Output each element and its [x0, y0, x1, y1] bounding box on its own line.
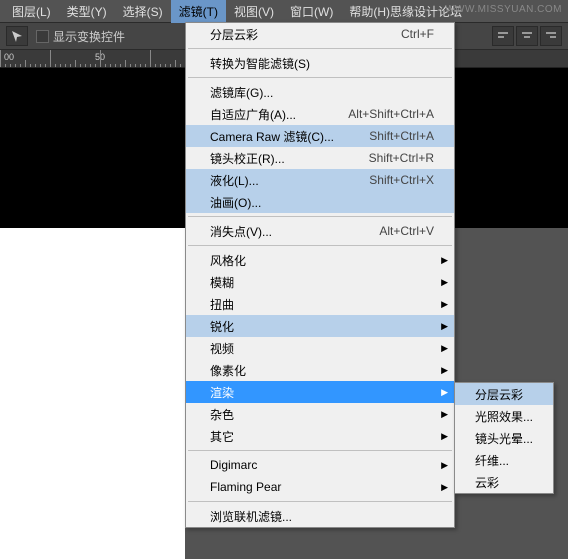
menu-shortcut: Shift+Ctrl+X: [369, 173, 434, 187]
menu-item-label: 消失点(V)...: [210, 223, 272, 240]
align-button-3[interactable]: [540, 26, 562, 46]
menu-item[interactable]: 像素化 ▶: [186, 359, 454, 381]
submenu-arrow-icon: ▶: [441, 460, 448, 471]
align-button-1[interactable]: [492, 26, 514, 46]
submenu-item[interactable]: 光照效果...: [455, 405, 553, 427]
menu-separator: [188, 216, 452, 217]
submenu-arrow-icon: ▶: [441, 431, 448, 442]
submenu-item[interactable]: 云彩: [455, 471, 553, 493]
menu-separator: [188, 450, 452, 451]
submenu-arrow-icon: ▶: [441, 277, 448, 288]
menu-item[interactable]: 转换为智能滤镜(S): [186, 52, 454, 74]
submenu-item-label: 镜头光晕...: [475, 430, 533, 447]
menu-item[interactable]: 锐化 ▶: [186, 315, 454, 337]
menu-item-label: 像素化: [210, 362, 246, 379]
menu-item-label: 杂色: [210, 406, 234, 423]
menu-item-label: Camera Raw 滤镜(C)...: [210, 128, 334, 145]
submenu-item-label: 纤维...: [475, 452, 509, 469]
menu-item-label: 锐化: [210, 318, 234, 335]
submenu-item-label: 分层云彩: [475, 386, 523, 403]
menu-item[interactable]: Flaming Pear ▶: [186, 476, 454, 498]
menu-item-label: 镜头校正(R)...: [210, 150, 285, 167]
submenu-item-label: 光照效果...: [475, 408, 533, 425]
filter-menu: 分层云彩 Ctrl+F 转换为智能滤镜(S) 滤镜库(G)... 自适应广角(A)...…: [185, 22, 455, 528]
submenu-arrow-icon: ▶: [441, 482, 448, 493]
menu-item[interactable]: 视频 ▶: [186, 337, 454, 359]
menu-layer[interactable]: 图层(L): [4, 0, 59, 23]
menu-shortcut: Alt+Ctrl+V: [379, 224, 434, 238]
document-canvas[interactable]: [0, 228, 185, 559]
ruler-number: 00: [4, 52, 14, 62]
menu-separator: [188, 245, 452, 246]
menu-shortcut: Shift+Ctrl+R: [369, 151, 434, 165]
menu-item[interactable]: 模糊 ▶: [186, 271, 454, 293]
menu-item[interactable]: 分层云彩 Ctrl+F: [186, 23, 454, 45]
show-transform-controls[interactable]: 显示变换控件: [36, 28, 125, 45]
menu-item[interactable]: 扭曲 ▶: [186, 293, 454, 315]
menu-item[interactable]: 自适应广角(A)... Alt+Shift+Ctrl+A: [186, 103, 454, 125]
menubar: 图层(L) 类型(Y) 选择(S) 滤镜(T) 视图(V) 窗口(W) 帮助(H…: [0, 0, 568, 22]
menu-filter[interactable]: 滤镜(T): [171, 0, 226, 23]
submenu-arrow-icon: ▶: [441, 343, 448, 354]
render-submenu: 分层云彩光照效果... 镜头光晕... 纤维... 云彩: [454, 382, 554, 494]
menu-item-label: 模糊: [210, 274, 234, 291]
menu-item[interactable]: 渲染 ▶: [186, 381, 454, 403]
menu-shortcut: Alt+Shift+Ctrl+A: [348, 107, 434, 121]
menu-item-label: 分层云彩: [210, 26, 258, 43]
menu-separator: [188, 501, 452, 502]
menu-window[interactable]: 窗口(W): [282, 0, 341, 23]
menu-item-label: 滤镜库(G)...: [210, 84, 273, 101]
submenu-item[interactable]: 分层云彩: [455, 383, 553, 405]
menu-item-label: 风格化: [210, 252, 246, 269]
watermark-text: WWW.MISSYUAN.COM: [445, 4, 562, 15]
menu-item-label: 渲染: [210, 384, 234, 401]
submenu-arrow-icon: ▶: [441, 365, 448, 376]
submenu-item-label: 云彩: [475, 474, 499, 491]
menu-item[interactable]: 液化(L)... Shift+Ctrl+X: [186, 169, 454, 191]
submenu-arrow-icon: ▶: [441, 387, 448, 398]
submenu-item[interactable]: 镜头光晕...: [455, 427, 553, 449]
menu-item-label: 液化(L)...: [210, 172, 259, 189]
menu-item-label: 视频: [210, 340, 234, 357]
menu-item-label: Flaming Pear: [210, 480, 281, 494]
menu-item[interactable]: 浏览联机滤镜...: [186, 505, 454, 527]
menu-item-label: 其它: [210, 428, 234, 445]
menu-item[interactable]: 滤镜库(G)...: [186, 81, 454, 103]
menu-separator: [188, 77, 452, 78]
menu-item[interactable]: 其它 ▶: [186, 425, 454, 447]
align-button-2[interactable]: [516, 26, 538, 46]
submenu-item[interactable]: 纤维...: [455, 449, 553, 471]
checkbox-label: 显示变换控件: [53, 28, 125, 45]
menu-item[interactable]: 消失点(V)... Alt+Ctrl+V: [186, 220, 454, 242]
menu-item-label: 转换为智能滤镜(S): [210, 55, 310, 72]
menu-shortcut: Shift+Ctrl+A: [369, 129, 434, 143]
menu-item-label: 浏览联机滤镜...: [210, 508, 292, 525]
menu-item-label: 扭曲: [210, 296, 234, 313]
submenu-arrow-icon: ▶: [441, 299, 448, 310]
menu-type[interactable]: 类型(Y): [59, 0, 115, 23]
menu-item-label: 油画(O)...: [210, 194, 261, 211]
menu-separator: [188, 48, 452, 49]
menu-item[interactable]: 镜头校正(R)... Shift+Ctrl+R: [186, 147, 454, 169]
menu-item[interactable]: 风格化 ▶: [186, 249, 454, 271]
menu-view[interactable]: 视图(V): [226, 0, 282, 23]
menu-select[interactable]: 选择(S): [115, 0, 171, 23]
menu-item-label: Digimarc: [210, 458, 257, 472]
menu-item-label: 自适应广角(A)...: [210, 106, 296, 123]
menu-item[interactable]: 油画(O)...: [186, 191, 454, 213]
menu-item[interactable]: 杂色 ▶: [186, 403, 454, 425]
move-tool-icon[interactable]: [6, 26, 28, 46]
menu-item[interactable]: Camera Raw 滤镜(C)... Shift+Ctrl+A: [186, 125, 454, 147]
submenu-arrow-icon: ▶: [441, 409, 448, 420]
submenu-arrow-icon: ▶: [441, 255, 448, 266]
submenu-arrow-icon: ▶: [441, 321, 448, 332]
menu-shortcut: Ctrl+F: [401, 27, 434, 41]
checkbox-icon[interactable]: [36, 30, 49, 43]
menu-item[interactable]: Digimarc ▶: [186, 454, 454, 476]
